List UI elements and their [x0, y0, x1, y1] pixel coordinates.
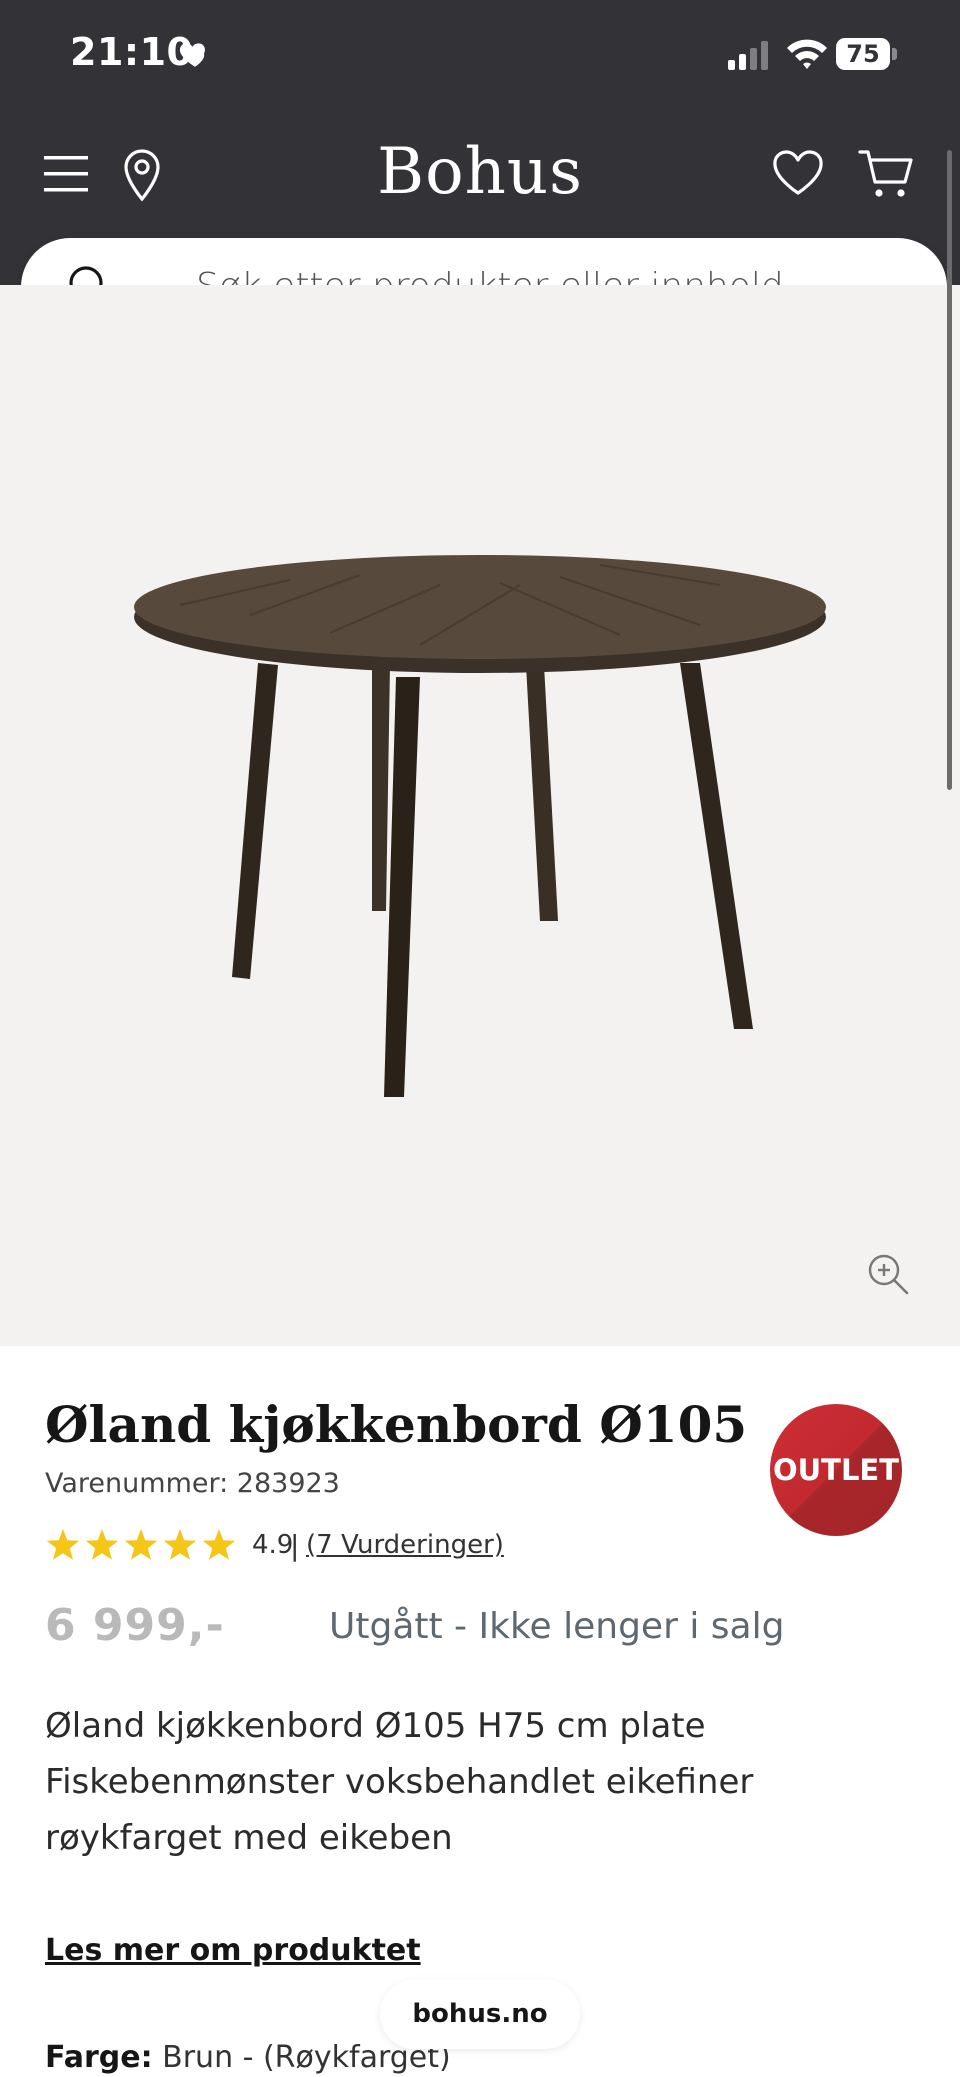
- battery-level: 75: [846, 40, 880, 68]
- rating-separator: |: [290, 1529, 300, 1562]
- reviews-link[interactable]: (7 Vurderinger): [306, 1530, 504, 1560]
- wishlist-heart-icon[interactable]: [772, 150, 824, 196]
- heart-icon: [179, 43, 205, 67]
- color-label: Farge:: [45, 2040, 153, 2075]
- table-illustration: [134, 555, 826, 1097]
- signal-icon: [728, 41, 768, 70]
- rating-value: 4.9: [252, 1530, 294, 1560]
- status-time: 21:10: [70, 30, 194, 74]
- browser-url-pill[interactable]: bohus.no: [380, 1979, 580, 2049]
- product-sku: Varenummer: 283923: [45, 1468, 340, 1499]
- outlet-badge-label: OUTLET: [772, 1453, 900, 1487]
- battery-icon: 75: [836, 38, 898, 70]
- product-description: Øland kjøkkenbord Ø105 H75 cm plate Fisk…: [45, 1706, 754, 1858]
- product-title: Øland kjøkkenbord Ø105: [45, 1395, 748, 1454]
- outlet-badge: OUTLET: [770, 1404, 902, 1536]
- star-icon: [46, 1529, 80, 1560]
- scrollbar[interactable]: [947, 150, 952, 790]
- star-icon: [202, 1529, 235, 1560]
- product-price: 6 999,-: [45, 1600, 225, 1651]
- wifi-icon: [787, 39, 827, 69]
- star-icon: [163, 1529, 197, 1560]
- star-icon: [124, 1529, 158, 1560]
- cart-icon[interactable]: [858, 148, 914, 200]
- zoom-in-icon[interactable]: [866, 1252, 910, 1296]
- product-image[interactable]: [0, 285, 960, 1346]
- browser-url[interactable]: bohus.no: [380, 1979, 580, 2049]
- read-more-link[interactable]: Les mer om produktet: [45, 1933, 421, 1968]
- availability-status: Utgått - Ikke lenger i salg: [329, 1606, 785, 1647]
- star-icon: [85, 1529, 119, 1560]
- star-rating: [46, 1529, 235, 1560]
